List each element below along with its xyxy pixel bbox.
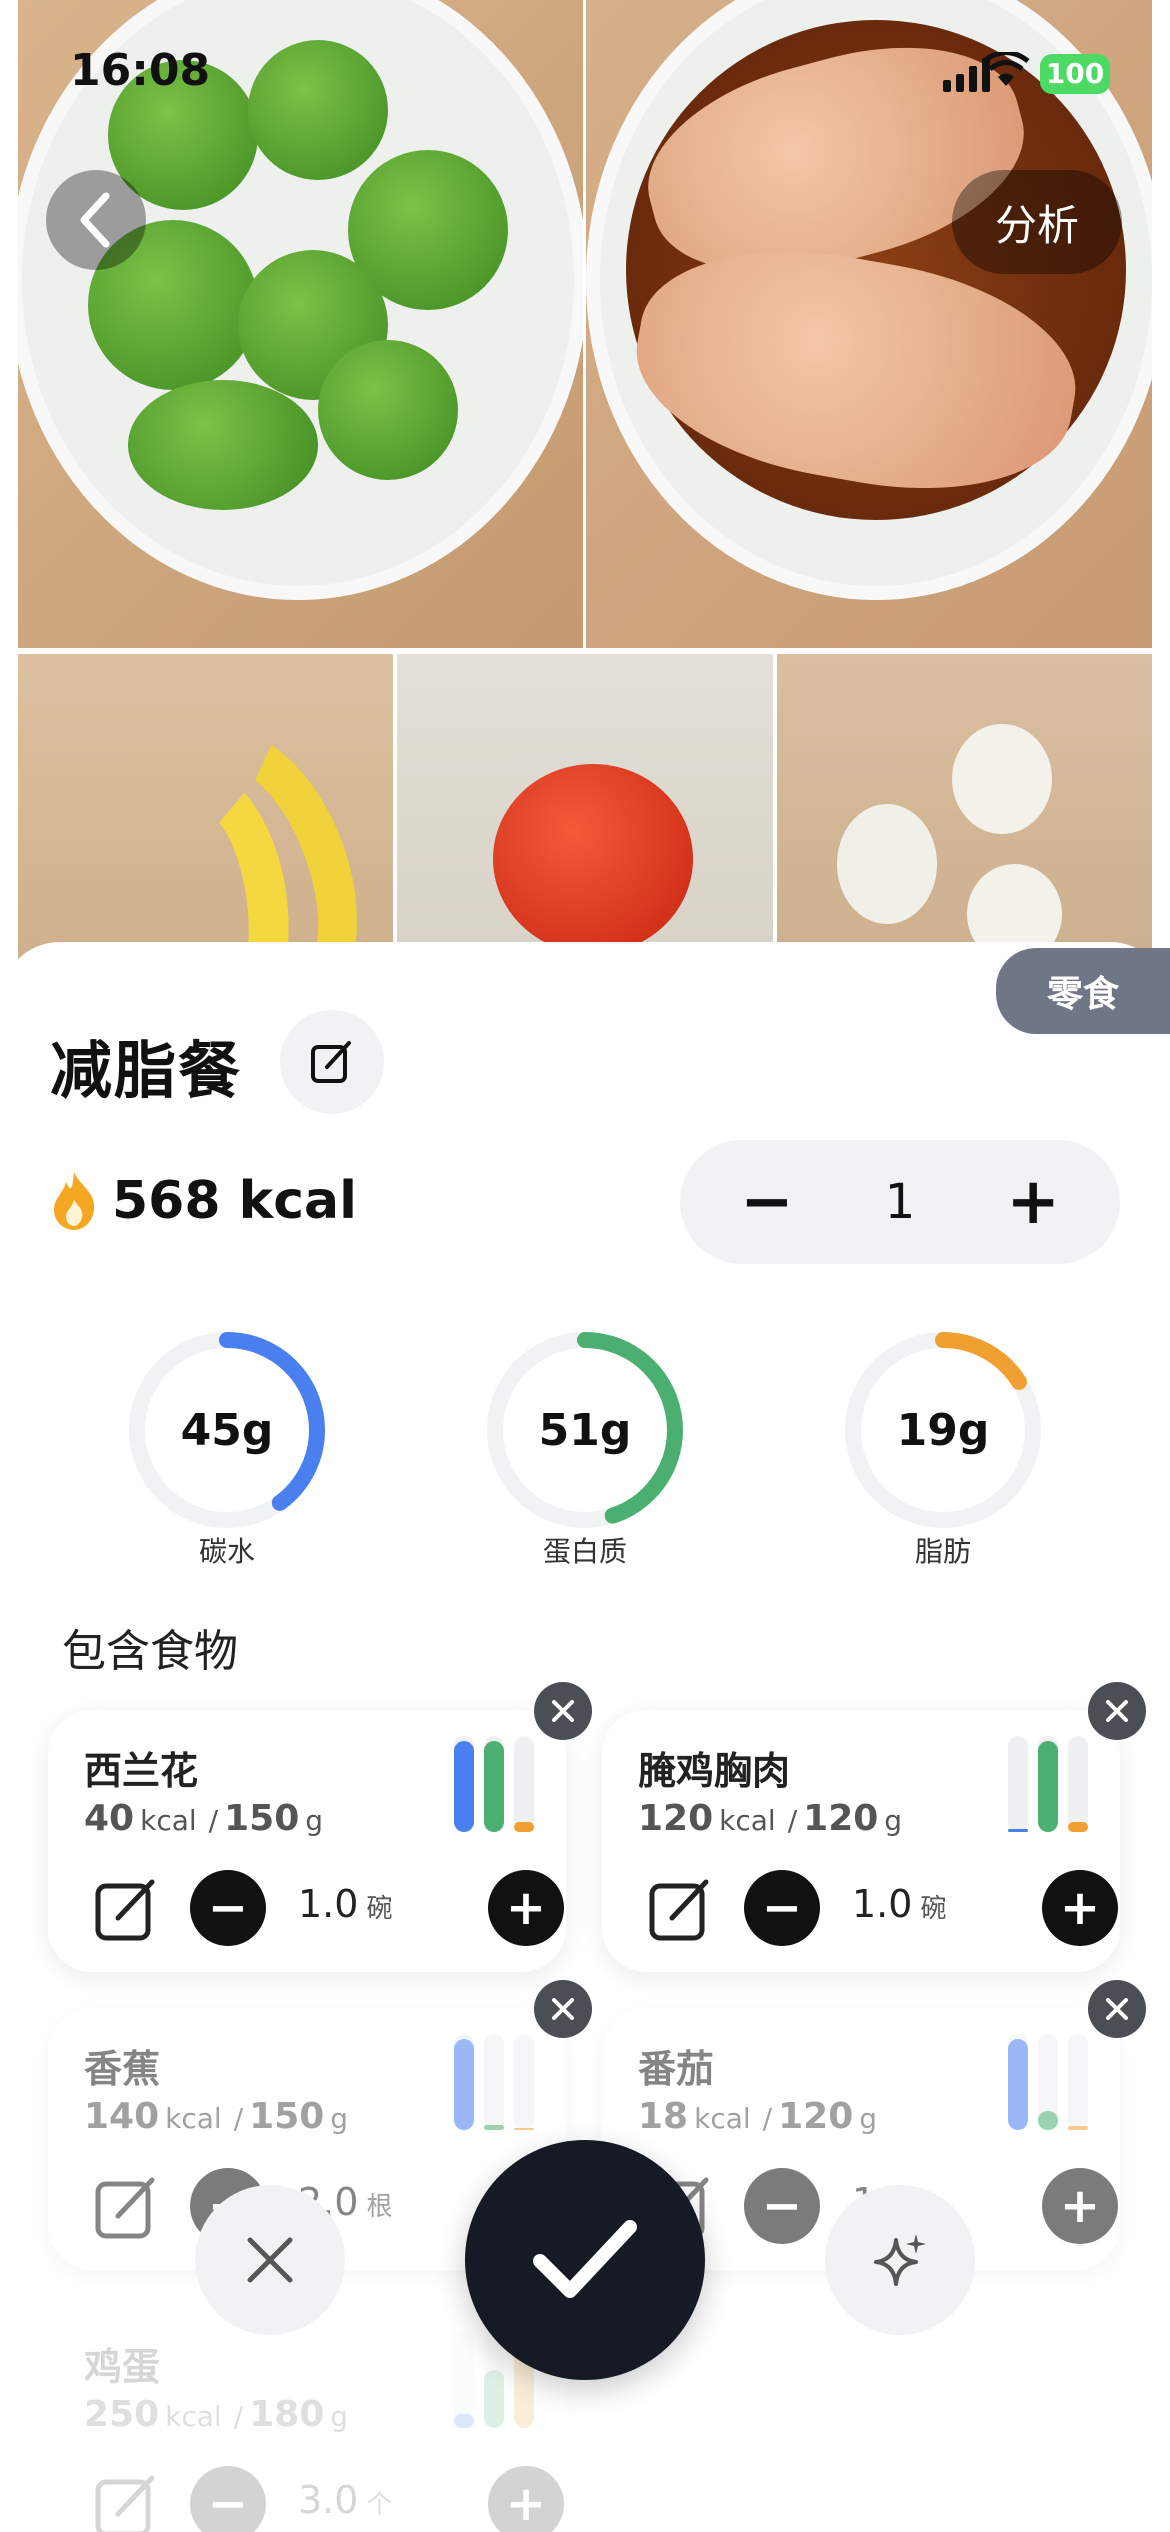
increase-serving-button[interactable]: + (1006, 1165, 1060, 1239)
macro-bar (484, 1741, 504, 1832)
food-quantity: 1.0 碗 (852, 1882, 947, 1926)
analyze-button[interactable]: 分析 (952, 170, 1122, 274)
flame-icon (54, 1172, 95, 1230)
edit-icon[interactable] (92, 1874, 162, 1944)
quantity-control: − 3.0 个 + (84, 2466, 564, 2532)
decrease-qty-button[interactable]: − (190, 2466, 266, 2532)
protein-label: 蛋白质 (542, 1535, 627, 1568)
food-name: 腌鸡胸肉 (638, 1749, 791, 1793)
battery-indicator: 100 (1040, 54, 1110, 94)
decrease-qty-button[interactable]: − (744, 2168, 820, 2244)
protein-ring: 51g (480, 1325, 690, 1535)
fat-value: 19g (896, 1404, 990, 1456)
meal-type-tag[interactable]: 零食 (996, 948, 1170, 1034)
remove-food-button[interactable] (534, 1682, 592, 1740)
macro-bar (1008, 1829, 1028, 1832)
edit-icon[interactable] (92, 2470, 162, 2532)
macro-bars (1008, 2034, 1090, 2130)
fat-label: 脂肪 (914, 1535, 971, 1568)
carbs-ring: 45g (122, 1325, 332, 1535)
ai-assist-button[interactable] (825, 2185, 975, 2335)
chevron-left-icon (80, 192, 110, 248)
macro-bar (454, 2414, 474, 2428)
macro-bar (484, 2370, 504, 2428)
food-quantity: 3.0 个 (298, 2478, 393, 2522)
increase-qty-button[interactable]: + (488, 2466, 564, 2532)
macro-bars (454, 2034, 536, 2130)
macro-bar (1038, 1741, 1058, 1832)
carbs-value: 45g (180, 1404, 274, 1456)
decrease-qty-button[interactable]: − (744, 1870, 820, 1946)
increase-qty-button[interactable]: + (1042, 2168, 1118, 2244)
macro-bar (514, 2128, 534, 2130)
quantity-control: − 1.0 碗 + (638, 1870, 1118, 1950)
fat-ring: 19g (838, 1325, 1048, 1535)
food-meta: 250 kcal/180 g (84, 2394, 349, 2435)
macro-bar (454, 2039, 474, 2130)
sparkle-icon (874, 2234, 926, 2286)
food-meta: 18 kcal/120 g (638, 2096, 878, 2137)
food-meta: 40 kcal/150 g (84, 1798, 324, 1839)
close-icon (1106, 1700, 1128, 1722)
edit-icon[interactable] (646, 1874, 716, 1944)
food-meta: 140 kcal/150 g (84, 2096, 349, 2137)
carbs-label: 碳水 (198, 1535, 255, 1568)
total-calories: 568 kcal (50, 1170, 357, 1232)
back-button[interactable] (46, 170, 146, 270)
foods-section-title: 包含食物 (62, 1626, 238, 1677)
macro-bars (454, 1736, 536, 1832)
increase-qty-button[interactable]: + (1042, 1870, 1118, 1946)
edit-icon (311, 1041, 351, 1083)
food-meta: 120 kcal/120 g (638, 1798, 903, 1839)
edit-icon[interactable] (92, 2172, 162, 2242)
discard-button[interactable] (195, 2185, 345, 2335)
protein-value: 51g (538, 1404, 632, 1456)
food-name: 西兰花 (84, 1749, 199, 1793)
decrease-qty-button[interactable]: − (190, 1870, 266, 1946)
macro-bar (1068, 2126, 1088, 2130)
food-name: 香蕉 (84, 2047, 161, 2091)
close-icon (552, 1998, 574, 2020)
food-quantity: 1.0 碗 (298, 1882, 393, 1926)
edit-title-button[interactable] (280, 1010, 384, 1114)
close-icon (1106, 1998, 1128, 2020)
macro-bar (514, 1822, 534, 1832)
food-name: 鸡蛋 (84, 2345, 161, 2389)
serving-stepper: − 1 + (680, 1140, 1120, 1264)
macro-bar (1038, 2111, 1058, 2130)
wifi-icon (982, 50, 1030, 98)
meal-photo (0, 0, 1170, 1000)
decrease-serving-button[interactable]: − (740, 1165, 794, 1239)
meal-title: 减脂餐 (50, 1034, 243, 1107)
macro-bar (484, 2125, 504, 2130)
serving-count: 1 (884, 1174, 916, 1230)
food-card[interactable]: 鸡蛋 250 kcal/180 g − 3.0 个 + (48, 2306, 566, 2532)
kcal-value: 568 kcal (112, 1171, 357, 1231)
quantity-control: − 1.0 碗 + (84, 1870, 564, 1950)
macro-bar (454, 1741, 474, 1832)
food-name: 番茄 (638, 2047, 715, 2091)
food-card[interactable]: 腌鸡胸肉 120 kcal/120 g − 1.0 碗 + (602, 1710, 1120, 1972)
food-card[interactable]: 西兰花 40 kcal/150 g − 1.0 碗 + (48, 1710, 566, 1972)
close-icon (247, 2237, 293, 2283)
confirm-button[interactable] (465, 2140, 705, 2380)
remove-food-button[interactable] (534, 1980, 592, 2038)
macro-bar (1068, 1822, 1088, 1832)
status-bar: 16:08 100 (0, 0, 1170, 150)
remove-food-button[interactable] (1088, 1980, 1146, 2038)
macro-bars (1008, 1736, 1090, 1832)
macro-bar (1008, 2039, 1028, 2130)
check-icon (533, 2220, 637, 2298)
close-icon (552, 1700, 574, 1722)
status-time: 16:08 (70, 45, 211, 96)
remove-food-button[interactable] (1088, 1682, 1146, 1740)
increase-qty-button[interactable]: + (488, 1870, 564, 1946)
